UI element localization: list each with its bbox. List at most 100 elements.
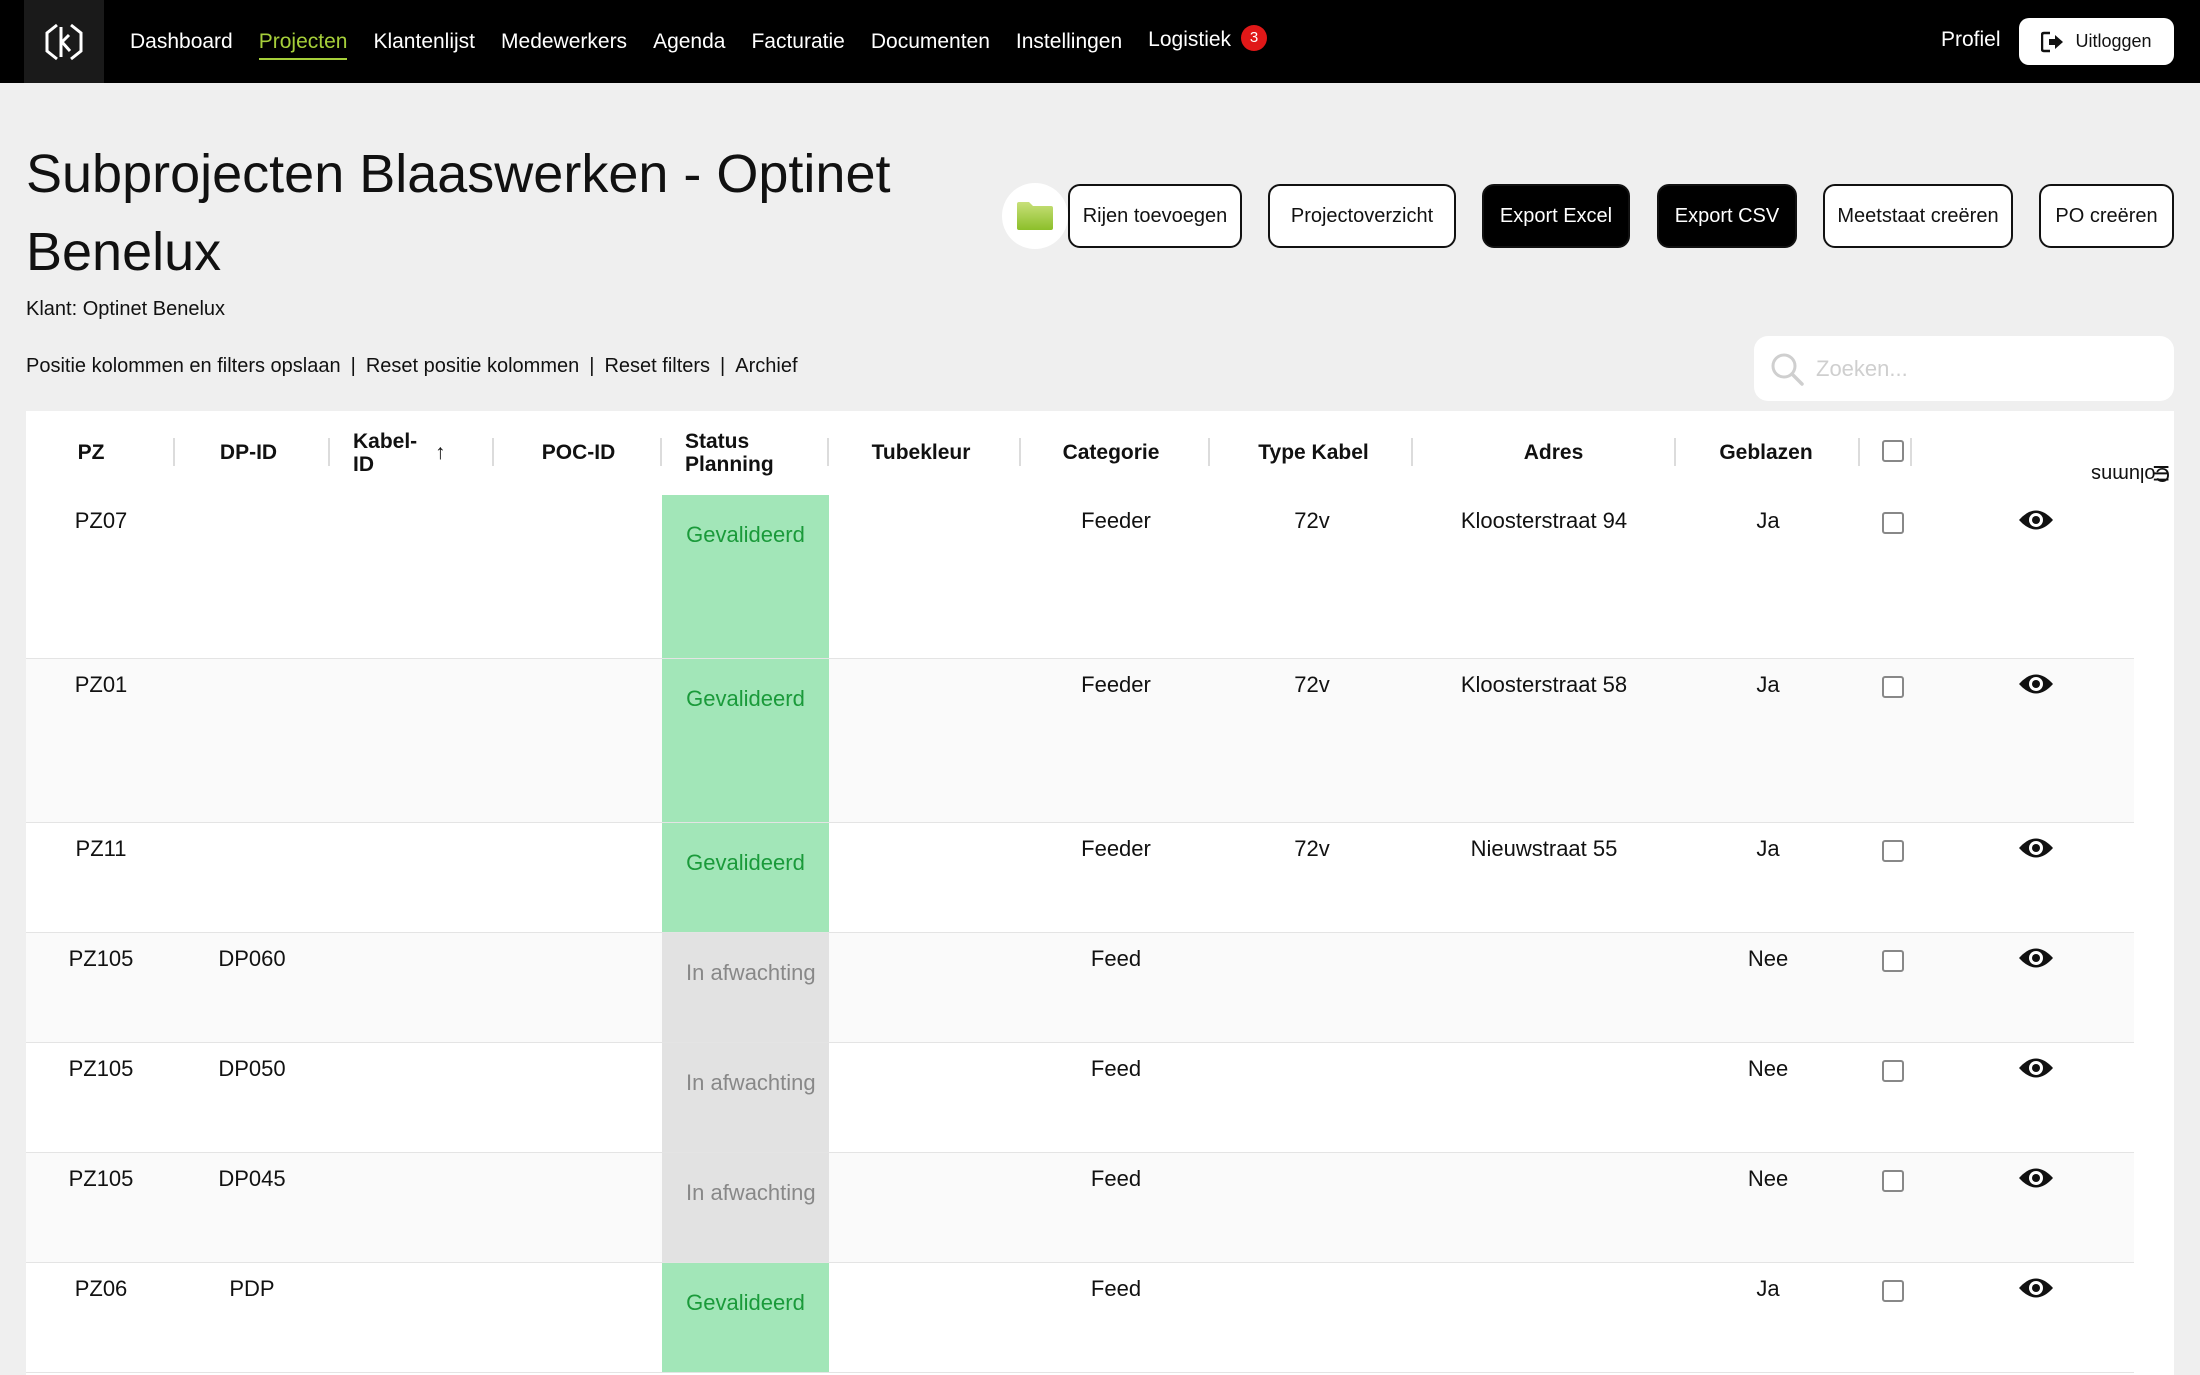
profile-link[interactable]: Profiel: [1941, 28, 2001, 52]
column-resize-handle[interactable]: [1208, 438, 1210, 466]
cell-pz: PZ105: [68, 1056, 134, 1081]
status-planning-cell[interactable]: Gevalideerd: [662, 495, 829, 658]
eye-icon[interactable]: [2018, 835, 2054, 866]
col-poc-id[interactable]: POC-ID: [516, 411, 641, 494]
eye-icon[interactable]: [2018, 671, 2054, 702]
col-categorie[interactable]: Categorie: [1036, 411, 1186, 494]
cell-geblazen: Ja: [1756, 508, 1780, 533]
col-kabel-id[interactable]: Kabel-ID ↑: [353, 411, 503, 494]
search-input[interactable]: [1816, 355, 2156, 382]
eye-icon[interactable]: [2018, 1275, 2054, 1306]
column-resize-handle[interactable]: [1674, 438, 1676, 466]
status-label: In afwachting: [686, 1180, 816, 1205]
table-row[interactable]: PZ06 PDP Gevalideerd Feed Ja: [26, 1263, 2134, 1373]
separator: |: [589, 355, 595, 377]
status-planning-cell[interactable]: In afwachting: [662, 1043, 829, 1152]
row-checkbox[interactable]: [1882, 950, 1904, 972]
cell-categorie: Feed: [1090, 946, 1142, 971]
status-planning-cell[interactable]: In afwachting: [662, 1153, 829, 1262]
reset-filters-link[interactable]: Reset filters: [604, 355, 710, 377]
status-label: In afwachting: [686, 960, 816, 985]
save-layout-link[interactable]: Positie kolommen en filters opslaan: [26, 355, 341, 377]
nav-documenten[interactable]: Documenten: [871, 30, 990, 54]
select-all-checkbox[interactable]: [1882, 440, 1904, 462]
row-checkbox[interactable]: [1882, 1060, 1904, 1082]
col-geblazen[interactable]: Geblazen: [1691, 411, 1841, 494]
archive-link[interactable]: Archief: [735, 355, 797, 377]
table-row[interactable]: PZ07 Gevalideerd Feeder 72v Kloosterstraat 9…: [26, 495, 2134, 659]
table-row[interactable]: PZ105 DP050 In afwachting Feed Nee: [26, 1043, 2134, 1153]
cell-categorie: Feed: [1090, 1166, 1142, 1191]
nav-facturatie[interactable]: Facturatie: [751, 30, 844, 54]
row-checkbox[interactable]: [1882, 512, 1904, 534]
eye-icon[interactable]: [2018, 1165, 2054, 1196]
cell-pz: PZ11: [75, 836, 127, 861]
nav-medewerkers[interactable]: Medewerkers: [501, 30, 627, 54]
column-resize-handle[interactable]: [827, 438, 829, 466]
project-overview-button[interactable]: Projectoverzicht: [1268, 184, 1456, 248]
col-type-kabel[interactable]: Type Kabel: [1226, 411, 1401, 494]
cell-geblazen: Nee: [1747, 1056, 1789, 1081]
status-planning-cell[interactable]: Gevalideerd: [662, 1263, 829, 1372]
export-excel-button[interactable]: Export Excel: [1482, 184, 1630, 248]
col-tubekleur[interactable]: Tubekleur: [846, 411, 996, 494]
table-row[interactable]: PZ11 Gevalideerd Feeder 72v Nieuwstraat 55 Ja: [26, 823, 2134, 933]
create-meetstaat-button[interactable]: Meetstaat creëren: [1823, 184, 2013, 248]
export-csv-button[interactable]: Export CSV: [1657, 184, 1797, 248]
column-resize-handle[interactable]: [1411, 438, 1413, 466]
cell-type-kabel: 72v: [1294, 508, 1330, 533]
nav-agenda[interactable]: Agenda: [653, 30, 725, 54]
col-adres[interactable]: Adres: [1431, 411, 1676, 494]
status-planning-cell[interactable]: In afwachting: [662, 933, 829, 1042]
folder-icon: [1017, 202, 1053, 230]
separator: |: [350, 355, 356, 377]
col-status-planning[interactable]: Status Planning: [685, 411, 805, 494]
table-row[interactable]: PZ105 DP060 In afwachting Feed Nee: [26, 933, 2134, 1043]
reset-columns-link[interactable]: Reset positie kolommen: [366, 355, 579, 377]
add-rows-button[interactable]: Rijen toevoegen: [1068, 184, 1242, 248]
col-pz[interactable]: PZ: [51, 411, 131, 494]
cell-geblazen: Ja: [1756, 672, 1780, 697]
row-checkbox[interactable]: [1882, 840, 1904, 862]
column-resize-handle[interactable]: [660, 438, 662, 466]
eye-icon[interactable]: [2018, 1055, 2054, 1086]
eye-icon[interactable]: [2018, 507, 2054, 538]
logout-button[interactable]: Uitloggen: [2019, 18, 2174, 65]
cell-dp-id: DP045: [218, 1166, 286, 1191]
columns-panel-toggle[interactable]: ☰ Columns: [2091, 459, 2174, 579]
folder-button[interactable]: [1002, 183, 1068, 249]
table-row[interactable]: PZ105 DP045 In afwachting Feed Nee: [26, 1153, 2134, 1263]
status-planning-cell[interactable]: Gevalideerd: [662, 659, 829, 822]
cell-adres: Kloosterstraat 58: [1460, 672, 1628, 697]
nav-links: Dashboard Projecten Klantenlijst Medewer…: [130, 0, 1293, 83]
nav-projecten[interactable]: Projecten: [258, 30, 347, 60]
nav-dashboard[interactable]: Dashboard: [130, 30, 233, 54]
row-checkbox[interactable]: [1882, 1170, 1904, 1192]
col-dp-id[interactable]: DP-ID: [191, 411, 306, 494]
cell-type-kabel: 72v: [1294, 836, 1330, 861]
column-resize-handle[interactable]: [1858, 438, 1860, 466]
nav-klantenlijst[interactable]: Klantenlijst: [373, 30, 475, 54]
create-po-button[interactable]: PO creëren: [2039, 184, 2174, 248]
row-checkbox[interactable]: [1882, 1280, 1904, 1302]
cell-categorie: Feed: [1090, 1056, 1142, 1081]
status-label: Gevalideerd: [686, 1290, 805, 1315]
column-resize-handle[interactable]: [173, 438, 175, 466]
column-resize-handle[interactable]: [492, 438, 494, 466]
column-resize-handle[interactable]: [1019, 438, 1021, 466]
nav-logistiek[interactable]: Logistiek 3: [1148, 25, 1268, 55]
col-kabel-id-label: Kabel-ID: [353, 429, 418, 476]
column-resize-handle[interactable]: [1910, 438, 1912, 466]
cell-dp-id: DP060: [218, 946, 286, 971]
table-actions: Positie kolommen en filters opslaan | Rese…: [26, 355, 798, 378]
search-icon: [1771, 353, 1804, 386]
status-planning-cell[interactable]: Gevalideerd: [662, 823, 829, 932]
table-row[interactable]: PZ01 Gevalideerd Feeder 72v Kloosterstraat 5…: [26, 659, 2134, 823]
logo-icon[interactable]: [24, 0, 104, 83]
row-checkbox[interactable]: [1882, 676, 1904, 698]
separator: |: [720, 355, 726, 377]
cell-type-kabel: 72v: [1294, 672, 1330, 697]
eye-icon[interactable]: [2018, 945, 2054, 976]
column-resize-handle[interactable]: [328, 438, 330, 466]
nav-instellingen[interactable]: Instellingen: [1016, 30, 1122, 54]
